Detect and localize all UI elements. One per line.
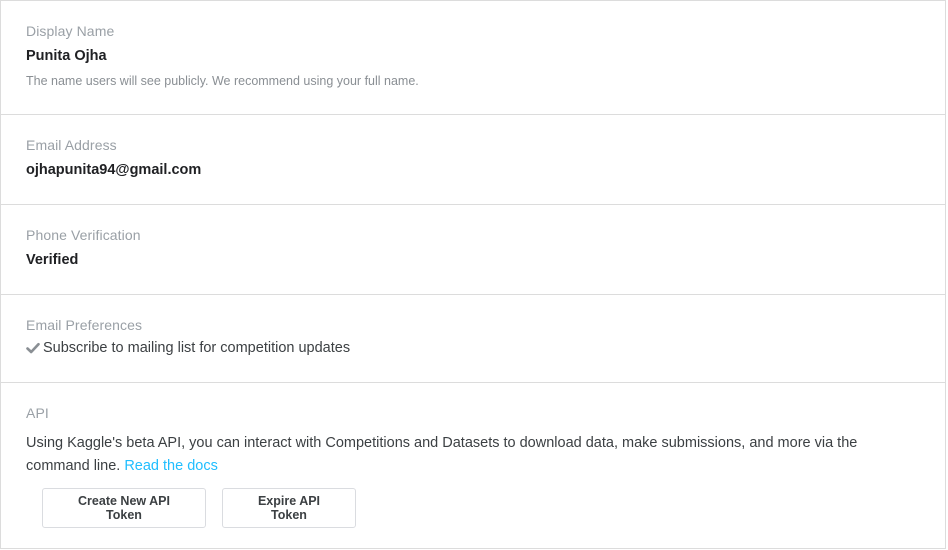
display-name-label: Display Name <box>26 23 115 39</box>
email-address-section: Email Address ojhapunita94@gmail.com <box>1 115 945 205</box>
mailing-list-preference[interactable]: Subscribe to mailing list for competitio… <box>26 340 350 356</box>
email-address-value: ojhapunita94@gmail.com <box>26 162 202 178</box>
create-api-token-button[interactable]: Create New API Token <box>42 488 206 528</box>
read-the-docs-link[interactable]: Read the docs <box>124 458 218 474</box>
phone-verification-status: Verified <box>26 252 79 268</box>
display-name-section: Display Name Punita Ojha The name users … <box>1 1 945 115</box>
account-settings-panel: Display Name Punita Ojha The name users … <box>0 0 946 549</box>
display-name-value: Punita Ojha <box>26 48 107 64</box>
api-label: API <box>26 405 49 421</box>
display-name-hint: The name users will see publicly. We rec… <box>26 74 419 88</box>
email-address-label: Email Address <box>26 137 117 153</box>
api-section: API Using Kaggle's beta API, you can int… <box>1 383 945 549</box>
phone-verification-section: Phone Verification Verified <box>1 205 945 295</box>
email-preferences-section: Email Preferences Subscribe to mailing l… <box>1 295 945 383</box>
email-preferences-label: Email Preferences <box>26 317 143 333</box>
checkmark-icon <box>26 342 40 354</box>
phone-verification-label: Phone Verification <box>26 227 141 243</box>
mailing-list-label: Subscribe to mailing list for competitio… <box>43 340 351 356</box>
api-description: Using Kaggle's beta API, you can interac… <box>26 432 916 478</box>
expire-api-token-button[interactable]: Expire API Token <box>222 488 356 528</box>
